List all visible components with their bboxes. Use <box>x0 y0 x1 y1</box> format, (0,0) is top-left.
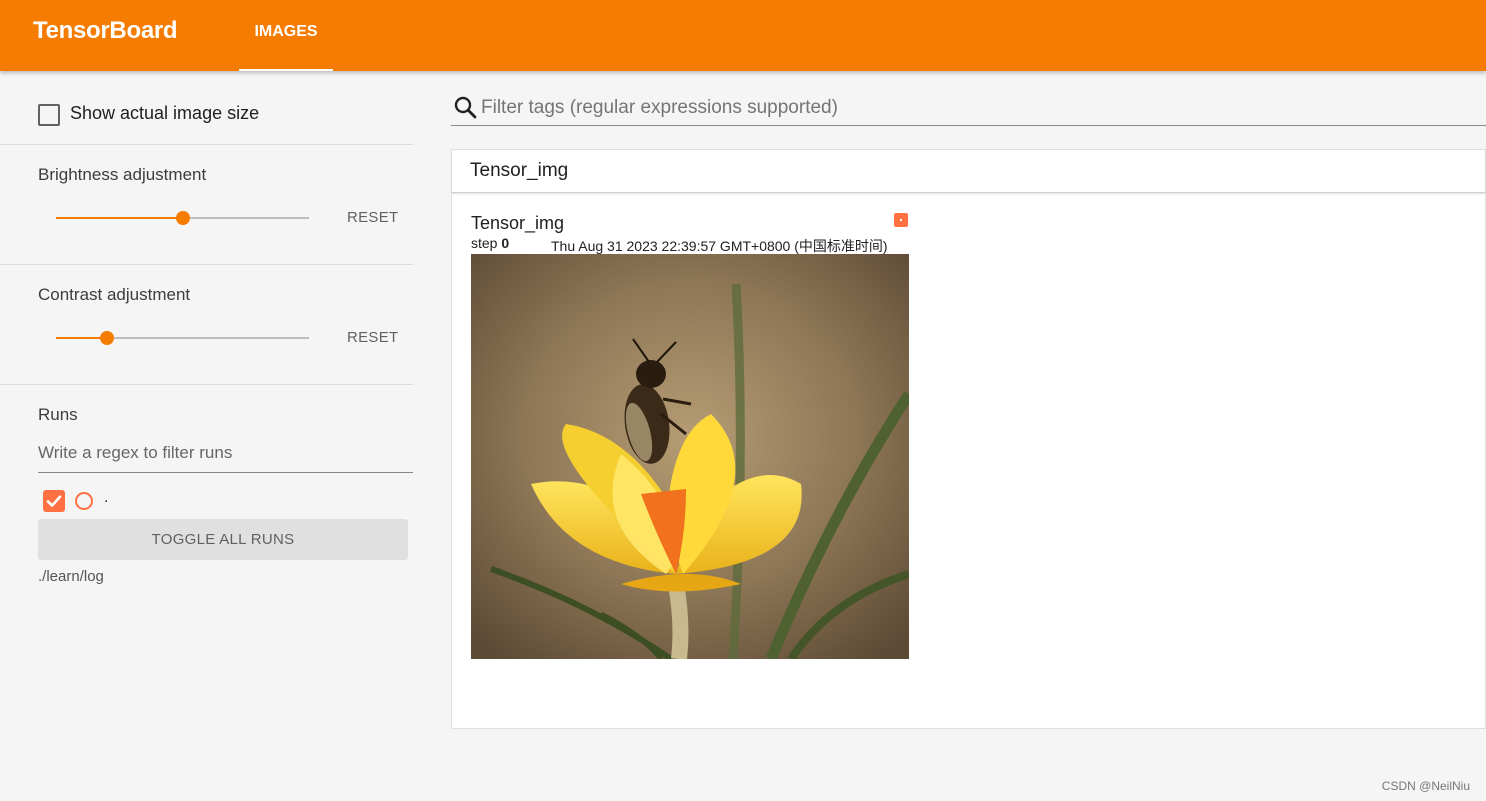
divider <box>0 384 413 385</box>
run-checkbox[interactable] <box>43 490 65 512</box>
contrast-reset-button[interactable]: RESET <box>347 329 399 346</box>
step-label: step <box>471 235 498 251</box>
toggle-all-runs-button[interactable]: TOGGLE ALL RUNS <box>38 519 408 560</box>
sidebar: Show actual image size Brightness adjust… <box>0 71 413 801</box>
brand-title: TensorBoard <box>33 17 178 44</box>
contrast-title: Contrast adjustment <box>38 285 191 304</box>
watermark: CSDN @NeilNiu <box>1381 779 1470 793</box>
brightness-slider[interactable] <box>56 211 309 225</box>
runs-filter-placeholder: Write a regex to filter runs <box>38 443 233 462</box>
contrast-slider[interactable] <box>56 331 309 345</box>
logdir-path: ./learn/log <box>38 568 104 585</box>
tag-filter-placeholder: Filter tags (regular expressions support… <box>481 97 838 118</box>
run-color-radio[interactable] <box>75 492 93 510</box>
tag-group-title: Tensor_img <box>470 160 569 181</box>
brightness-slider-fill <box>56 217 183 219</box>
contrast-slider-thumb[interactable] <box>100 331 114 345</box>
wall-time: Thu Aug 31 2023 22:39:57 GMT+0800 (中国标准时… <box>551 238 888 254</box>
active-tab-indicator <box>239 69 333 71</box>
divider <box>0 264 413 265</box>
brightness-reset-button[interactable]: RESET <box>347 209 399 226</box>
top-app-bar: TensorBoard IMAGES <box>0 0 1486 71</box>
tab-images[interactable]: IMAGES <box>239 0 333 71</box>
step-indicator: step 0 <box>471 235 509 251</box>
run-color-badge <box>894 213 908 227</box>
tag-filter[interactable]: Filter tags (regular expressions support… <box>451 93 1486 126</box>
runs-filter-input[interactable]: Write a regex to filter runs <box>38 443 413 473</box>
step-value: 0 <box>501 235 510 251</box>
tag-group-header[interactable]: Tensor_img <box>452 150 1485 193</box>
run-name: . <box>104 489 109 506</box>
show-actual-size-checkbox[interactable] <box>38 104 60 126</box>
tag-group-card: Tensor_img Tensor_img step 0 Thu Aug 31 … <box>451 149 1486 729</box>
summary-image[interactable] <box>471 254 909 659</box>
checkmark-icon <box>46 495 62 507</box>
image-card-title: Tensor_img <box>471 213 565 233</box>
search-icon <box>454 96 477 119</box>
tab-images-label: IMAGES <box>254 23 318 40</box>
show-actual-size-label: Show actual image size <box>70 103 260 123</box>
run-badge-dot <box>900 219 902 221</box>
brightness-title: Brightness adjustment <box>38 165 207 184</box>
brightness-slider-thumb[interactable] <box>176 211 190 225</box>
runs-title: Runs <box>38 405 78 424</box>
divider <box>0 144 413 145</box>
